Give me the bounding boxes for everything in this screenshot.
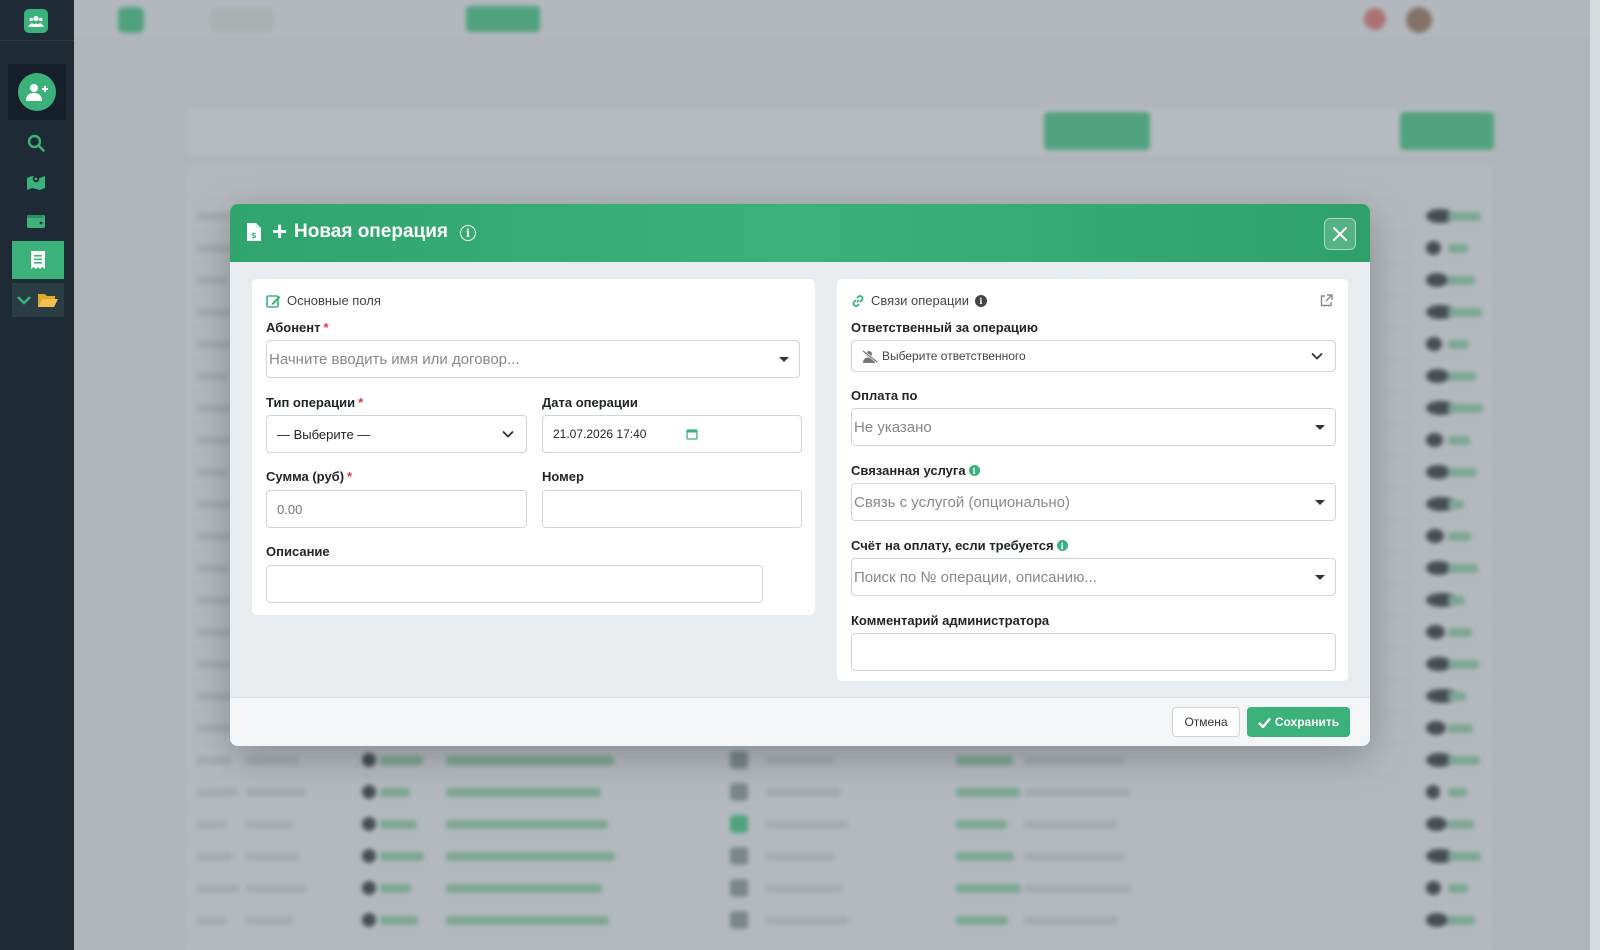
save-button[interactable]: Сохранить bbox=[1247, 707, 1350, 737]
user-slash-icon bbox=[862, 349, 878, 363]
search-icon[interactable] bbox=[24, 131, 48, 155]
receipt-icon bbox=[31, 251, 45, 269]
users-icon[interactable] bbox=[24, 9, 48, 33]
description-input[interactable] bbox=[266, 565, 763, 603]
service-select[interactable]: Связь с услугой (опционально) bbox=[851, 483, 1336, 521]
number-label: Номер bbox=[542, 469, 584, 484]
info-icon[interactable]: i bbox=[968, 465, 980, 476]
calendar-icon[interactable] bbox=[686, 428, 698, 440]
page-scrollbar[interactable] bbox=[1590, 0, 1600, 950]
subscriber-placeholder: Начните вводить имя или договор... bbox=[269, 350, 520, 368]
invoice-select[interactable]: Поиск по № операции, описанию... bbox=[851, 558, 1336, 596]
edit-icon bbox=[266, 294, 281, 308]
svg-text:$: $ bbox=[251, 231, 257, 240]
responsible-label: Ответственный за операцию bbox=[851, 320, 1039, 335]
admin-comment-input[interactable] bbox=[851, 633, 1336, 671]
check-icon bbox=[1258, 717, 1271, 728]
responsible-select[interactable]: Выберите ответственного bbox=[851, 340, 1336, 372]
sum-input[interactable] bbox=[266, 490, 527, 528]
required-mark: * bbox=[347, 469, 353, 484]
op-type-label: Тип операции bbox=[266, 395, 356, 410]
sum-label: Сумма (руб) bbox=[266, 469, 345, 484]
sidebar-item-operations[interactable] bbox=[12, 241, 64, 279]
main-fields-title: Основные поля bbox=[287, 293, 381, 308]
info-icon[interactable]: i bbox=[460, 225, 476, 241]
required-mark: * bbox=[323, 320, 329, 335]
save-label: Сохранить bbox=[1274, 715, 1340, 729]
subscriber-label: Абонент bbox=[266, 320, 321, 335]
sidebar-divider bbox=[0, 40, 74, 41]
caret-down-icon bbox=[779, 357, 789, 362]
caret-down-icon bbox=[1315, 500, 1325, 505]
payment-by-value: Не указано bbox=[854, 418, 932, 436]
chevron-down-icon bbox=[1311, 352, 1323, 360]
links-card-title: Связи операции bbox=[871, 293, 969, 308]
external-link-icon[interactable] bbox=[1320, 294, 1333, 307]
op-type-value: — Выберите — bbox=[277, 426, 371, 442]
operation-links-card: Связи операции i Ответственный за операц… bbox=[837, 279, 1348, 681]
invoice-label: Счёт на оплату, если требуется bbox=[851, 538, 1054, 553]
modal-footer: Отмена Сохранить bbox=[230, 697, 1370, 746]
sidebar-item-documents[interactable] bbox=[12, 283, 64, 317]
admin-comment-label: Комментарий администратора bbox=[851, 613, 1050, 628]
add-subscriber-button[interactable] bbox=[8, 64, 66, 120]
op-date-value: 21.07.2026 17:40 bbox=[553, 427, 647, 441]
close-icon bbox=[1333, 227, 1347, 241]
modal-title: Новая операция bbox=[294, 221, 448, 242]
link-icon bbox=[852, 294, 864, 307]
payment-by-label: Оплата по bbox=[851, 388, 918, 403]
plus-icon: + bbox=[272, 216, 288, 246]
service-label: Связанная услуга bbox=[851, 463, 966, 478]
cancel-button[interactable]: Отмена bbox=[1172, 707, 1240, 737]
sidebar bbox=[0, 0, 74, 950]
subscriber-select[interactable]: Начните вводить имя или договор... bbox=[266, 340, 800, 378]
map-icon[interactable] bbox=[24, 170, 48, 194]
caret-down-icon bbox=[1315, 575, 1325, 580]
op-type-select[interactable]: — Выберите — bbox=[266, 415, 527, 453]
info-icon[interactable]: i bbox=[1056, 540, 1068, 551]
service-placeholder: Связь с услугой (опционально) bbox=[854, 493, 1070, 511]
folder-open-icon bbox=[37, 294, 58, 307]
payment-by-select[interactable]: Не указано bbox=[851, 408, 1336, 446]
new-operation-modal: $ + Новая операция i Основные поля Абоне… bbox=[230, 204, 1370, 746]
chevron-down-icon bbox=[17, 296, 32, 305]
modal-header: $ + Новая операция i bbox=[230, 204, 1370, 262]
responsible-value: Выберите ответственного bbox=[882, 349, 1026, 363]
chevron-down-icon bbox=[502, 430, 514, 438]
op-date-label: Дата операции bbox=[542, 395, 638, 410]
close-button[interactable] bbox=[1324, 218, 1356, 250]
required-mark: * bbox=[358, 395, 364, 410]
description-label: Описание bbox=[266, 544, 330, 559]
main-fields-card: Основные поля Абонент * Начните вводить … bbox=[252, 279, 815, 615]
caret-down-icon bbox=[1315, 425, 1325, 430]
wallet-icon[interactable] bbox=[24, 209, 48, 233]
info-icon[interactable]: i bbox=[974, 294, 987, 307]
number-input[interactable] bbox=[542, 490, 802, 528]
add-user-icon bbox=[18, 73, 56, 111]
invoice-placeholder: Поиск по № операции, описанию... bbox=[854, 568, 1097, 586]
file-invoice-icon: $ bbox=[246, 222, 262, 247]
op-date-input[interactable]: 21.07.2026 17:40 bbox=[542, 415, 802, 453]
